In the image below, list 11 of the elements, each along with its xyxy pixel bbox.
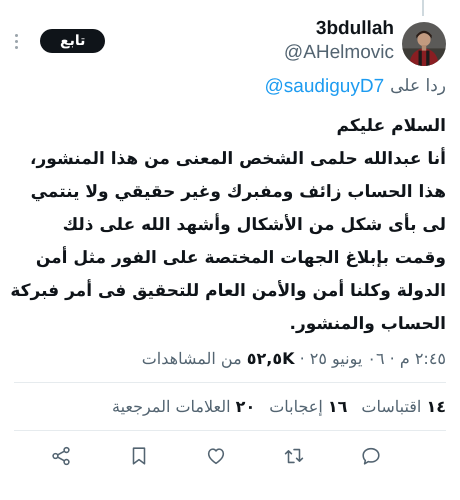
tweet-text: السلام عليكم أنا عبدالله حلمى الشخص المعنى من هذا المنشور، هذا الحساب زائف ومفبرك وغير حقيقي ولا ينتمي لى بأى شكل من الأشكال وأشهد الله على ذلك وقمت بإبلاغ الجهات المختصة على الفور مثل أمن الدولة وكلنا أمن والأمن العام للتحقيق فى أمر فبركة الحساب والمنشور.	[14, 115, 446, 336]
stat-link[interactable]: ٢٠ العلامات المرجعية	[112, 397, 256, 416]
stat-link[interactable]: ١٦ إعجابات	[269, 397, 348, 416]
follow-button[interactable]: تابع	[40, 29, 106, 53]
tweet-meta: ٢:٤٥ م · ٠٦ يونيو ٢٥ · ٥٢,٥K من المشاهدات	[140, 349, 446, 368]
reply-icon[interactable]	[360, 445, 382, 467]
reply-label: ردا على	[390, 76, 446, 98]
author-name[interactable]: 3bdullah	[284, 18, 394, 40]
stat-link[interactable]: ١٤ اقتباسات	[361, 397, 446, 416]
author-handle[interactable]: @AHelmovic	[284, 42, 394, 64]
share-icon[interactable]	[50, 445, 72, 467]
